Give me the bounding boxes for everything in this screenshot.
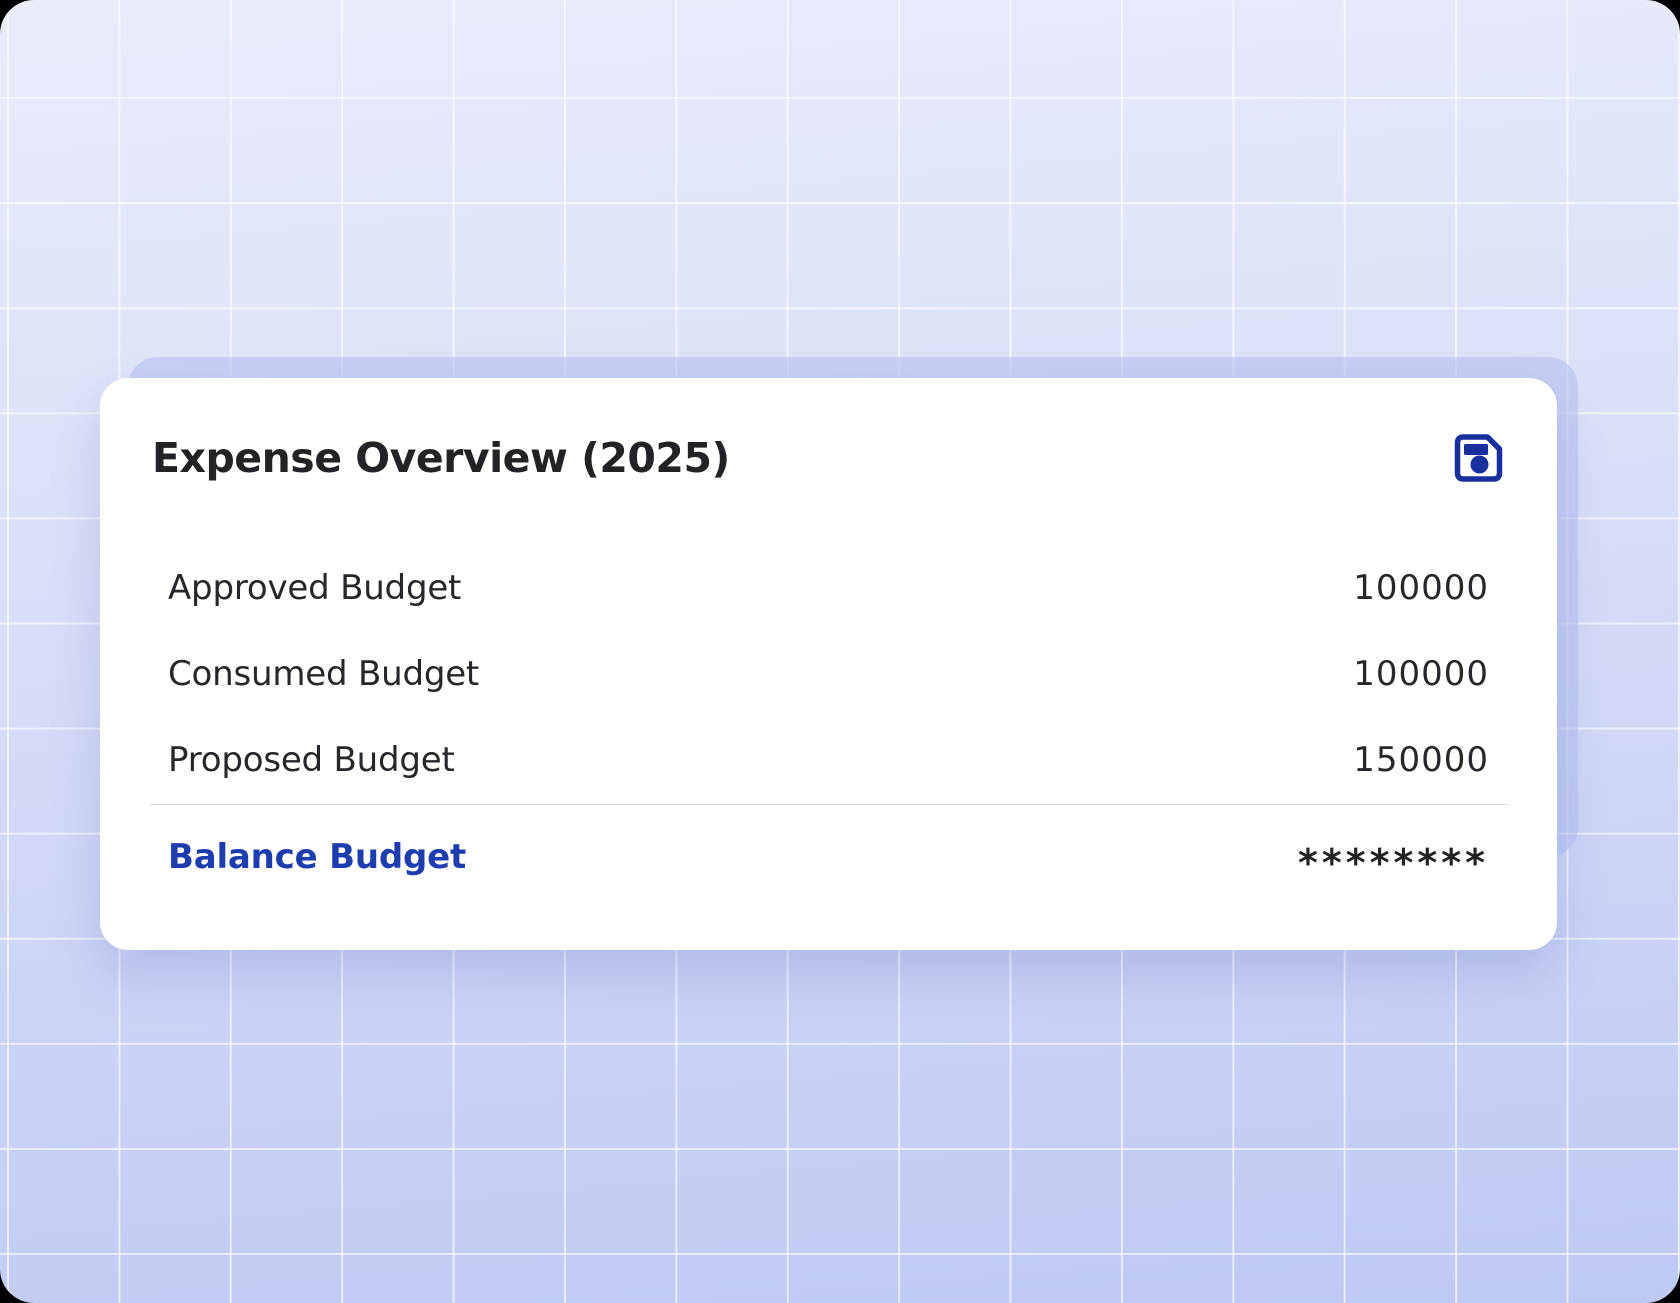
row-label: Consumed Budget [168, 654, 479, 694]
table-row-balance-budget: Balance Budget ******** [150, 839, 1507, 875]
expense-overview-card: Expense Overview (2025) Approved Budget … [100, 378, 1557, 950]
budget-rows: Approved Budget 100000 Consumed Budget 1… [150, 570, 1507, 778]
table-row-approved-budget: Approved Budget 100000 [150, 570, 1507, 606]
screen-background: Expense Overview (2025) Approved Budget … [0, 0, 1680, 1303]
table-row-consumed-budget: Consumed Budget 100000 [150, 656, 1507, 692]
row-label: Proposed Budget [168, 740, 455, 780]
row-label: Approved Budget [168, 568, 461, 608]
save-floppy-icon [1450, 430, 1507, 486]
balance-budget-link[interactable]: Balance Budget [168, 837, 466, 877]
balance-masked-value: ******** [1298, 841, 1489, 885]
table-row-proposed-budget: Proposed Budget 150000 [150, 742, 1507, 778]
save-button[interactable] [1450, 430, 1507, 486]
row-value: 100000 [1353, 654, 1489, 694]
divider [150, 804, 1507, 805]
row-value: 150000 [1353, 740, 1489, 780]
row-value: 100000 [1353, 568, 1489, 608]
card-header: Expense Overview (2025) [150, 430, 1507, 486]
page-title: Expense Overview (2025) [152, 435, 730, 481]
